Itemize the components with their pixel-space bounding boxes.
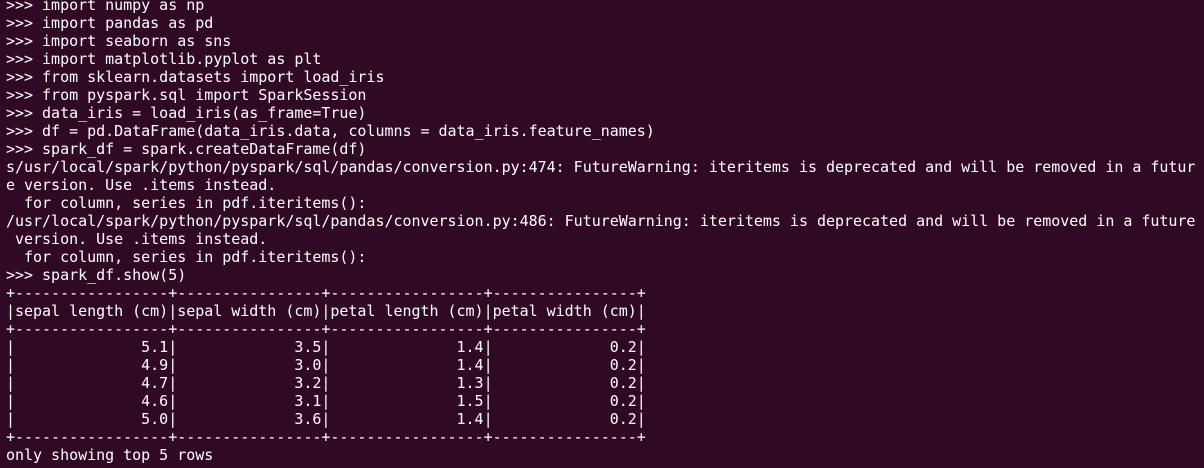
warning-line: /usr/local/spark/python/pyspark/sql/pand… [6,212,1196,230]
terminal-line: only showing top 5 rows [6,446,214,464]
terminal-line: >>> from pyspark.sql import SparkSession [6,86,367,104]
warning-line: for column, series in pdf.iteritems(): [6,248,367,266]
table-row: | 4.7| 3.2| 1.3| 0.2| [6,374,646,392]
table-header: |sepal length (cm)|sepal width (cm)|peta… [6,302,646,320]
warning-line: s/usr/local/spark/python/pyspark/sql/pan… [6,158,1196,176]
terminal-line: >>> import pandas as pd [6,14,214,32]
terminal-window[interactable]: >>> import numpy as np >>> import pandas… [0,0,1204,468]
table-row: | 5.1| 3.5| 1.4| 0.2| [6,338,646,356]
warning-line: version. Use .items instead. [6,230,268,248]
table-border: +-----------------+----------------+----… [6,284,646,302]
table-row: | 5.0| 3.6| 1.4| 0.2| [6,410,646,428]
table-border: +-----------------+----------------+----… [6,428,646,446]
warning-line: e version. Use .items instead. [6,176,277,194]
terminal-line: >>> data_iris = load_iris(as_frame=True) [6,104,367,122]
terminal-line: >>> import seaborn as sns [6,32,232,50]
table-row: | 4.6| 3.1| 1.5| 0.2| [6,392,646,410]
terminal-line: >>> spark_df = spark.createDataFrame(df) [6,140,367,158]
terminal-line: >>> df = pd.DataFrame(data_iris.data, co… [6,122,655,140]
table-row: | 4.9| 3.0| 1.4| 0.2| [6,356,646,374]
terminal-line: >>> spark_df.show(5) [6,266,187,284]
table-border: +-----------------+----------------+----… [6,320,646,338]
terminal-line: >>> import matplotlib.pyplot as plt [6,50,322,68]
warning-line: for column, series in pdf.iteritems(): [6,194,367,212]
terminal-line: >>> import numpy as np [6,0,205,14]
terminal-line: >>> from sklearn.datasets import load_ir… [6,68,385,86]
